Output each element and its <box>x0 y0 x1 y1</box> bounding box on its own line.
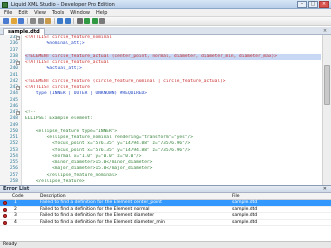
fold-toggle-icon[interactable]: − <box>16 36 20 40</box>
error-file: sample.dtd <box>232 219 258 225</box>
line-number: 236 <box>9 41 18 47</box>
vertical-scrollbar[interactable] <box>322 35 331 185</box>
window-controls: – □ × <box>297 1 329 8</box>
open-icon[interactable] <box>10 18 17 24</box>
line-number: 251 <box>9 135 18 140</box>
paste-icon[interactable] <box>45 18 51 24</box>
line-number: 242 <box>9 78 18 84</box>
error-code: 4 <box>14 219 17 225</box>
settings-icon[interactable] <box>99 18 105 24</box>
fold-toggle-icon[interactable]: − <box>16 61 20 65</box>
toolbar-separator <box>53 18 55 24</box>
tab-sample-dtd[interactable]: sample.dtd <box>3 28 45 35</box>
error-list-title: Error List <box>3 186 30 192</box>
toolbar-separator <box>73 18 74 24</box>
line-number: 254 <box>9 153 18 159</box>
line-number: 248 <box>9 116 18 122</box>
line-number: 258 <box>9 178 18 184</box>
copy-icon[interactable] <box>37 18 44 24</box>
line-number: 237 <box>9 47 18 53</box>
error-description: Failed to find a definition for the Elem… <box>40 219 165 225</box>
error-list-panel: Error List ✕ Code Description File 1 Fail… <box>0 185 331 241</box>
line-number: 256 <box>9 166 18 172</box>
line-number: 252 <box>9 141 18 147</box>
status-text: Ready <box>3 242 17 247</box>
menu-view[interactable]: View <box>34 10 46 16</box>
line-number: 255 <box>9 160 18 165</box>
app-icon <box>2 1 8 8</box>
document-tab-row: sample.dtd × <box>0 27 331 35</box>
new-icon[interactable] <box>3 18 9 24</box>
line-number: 253 <box>9 147 18 153</box>
menu-tools[interactable]: Tools <box>52 10 64 16</box>
toolbar-separator <box>26 18 28 24</box>
status-bar: Ready <box>0 241 331 248</box>
window-title: Liquid XML Studio - Developer Pro Editio… <box>11 1 115 8</box>
scrollbar-thumb[interactable] <box>324 65 330 105</box>
menu-help[interactable]: Help <box>96 10 107 16</box>
error-icon <box>3 201 7 205</box>
line-number: 250 <box>9 128 18 134</box>
column-code[interactable]: Code <box>12 193 24 200</box>
line-number: 244 <box>9 91 18 97</box>
column-description[interactable]: Description <box>40 193 66 200</box>
code-editor[interactable]: 235−236 237 238 239−240 241 242 243−244 245 246 2… <box>0 35 331 185</box>
undo-icon[interactable] <box>57 18 63 24</box>
line-number: 240 <box>9 66 18 72</box>
error-list-header: Error List ✕ <box>0 186 331 193</box>
save-icon[interactable] <box>18 18 24 24</box>
line-number: 257 <box>9 172 18 178</box>
find-icon[interactable] <box>76 18 83 24</box>
cut-icon[interactable] <box>30 18 36 24</box>
maximize-button[interactable]: □ <box>308 1 318 8</box>
fold-toggle-icon[interactable]: − <box>16 86 20 90</box>
line-number-gutter: 235−236 237 238 239−240 241 242 243−244 245 246 2… <box>0 35 22 185</box>
fold-toggle-icon[interactable]: − <box>16 111 20 115</box>
error-icon <box>3 207 7 212</box>
run-icon[interactable] <box>91 18 98 24</box>
error-icon <box>3 214 7 218</box>
menu-window[interactable]: Window <box>70 10 90 16</box>
title-bar: Liquid XML Studio - Developer Pro Editio… <box>0 0 331 9</box>
error-row[interactable]: 4 Failed to find a definition for the Ele… <box>0 219 331 226</box>
column-file[interactable]: File <box>232 193 240 200</box>
line-number: 249 <box>9 122 18 128</box>
close-panel-icon[interactable]: ✕ <box>323 186 327 192</box>
minimize-button[interactable]: – <box>297 1 307 8</box>
menu-bar: File Edit View Tools Window Help <box>0 9 331 17</box>
redo-icon[interactable] <box>64 18 71 24</box>
error-list-columns: Code Description File <box>0 193 331 200</box>
error-icon <box>3 220 7 225</box>
line-number: 241 <box>9 72 18 78</box>
close-button[interactable]: × <box>319 1 329 8</box>
validate-icon[interactable] <box>84 18 90 24</box>
line-number: 246 <box>9 103 18 109</box>
line-number: 238 <box>9 53 18 59</box>
tab-close-icon[interactable]: × <box>322 28 328 34</box>
line-number: 245 <box>9 97 18 103</box>
toolbar <box>0 17 331 26</box>
menu-file[interactable]: File <box>4 10 12 16</box>
code-area[interactable]: <!ATTLIST circle_feature_nominal %nomina… <box>25 35 321 185</box>
menu-edit[interactable]: Edit <box>18 10 28 16</box>
